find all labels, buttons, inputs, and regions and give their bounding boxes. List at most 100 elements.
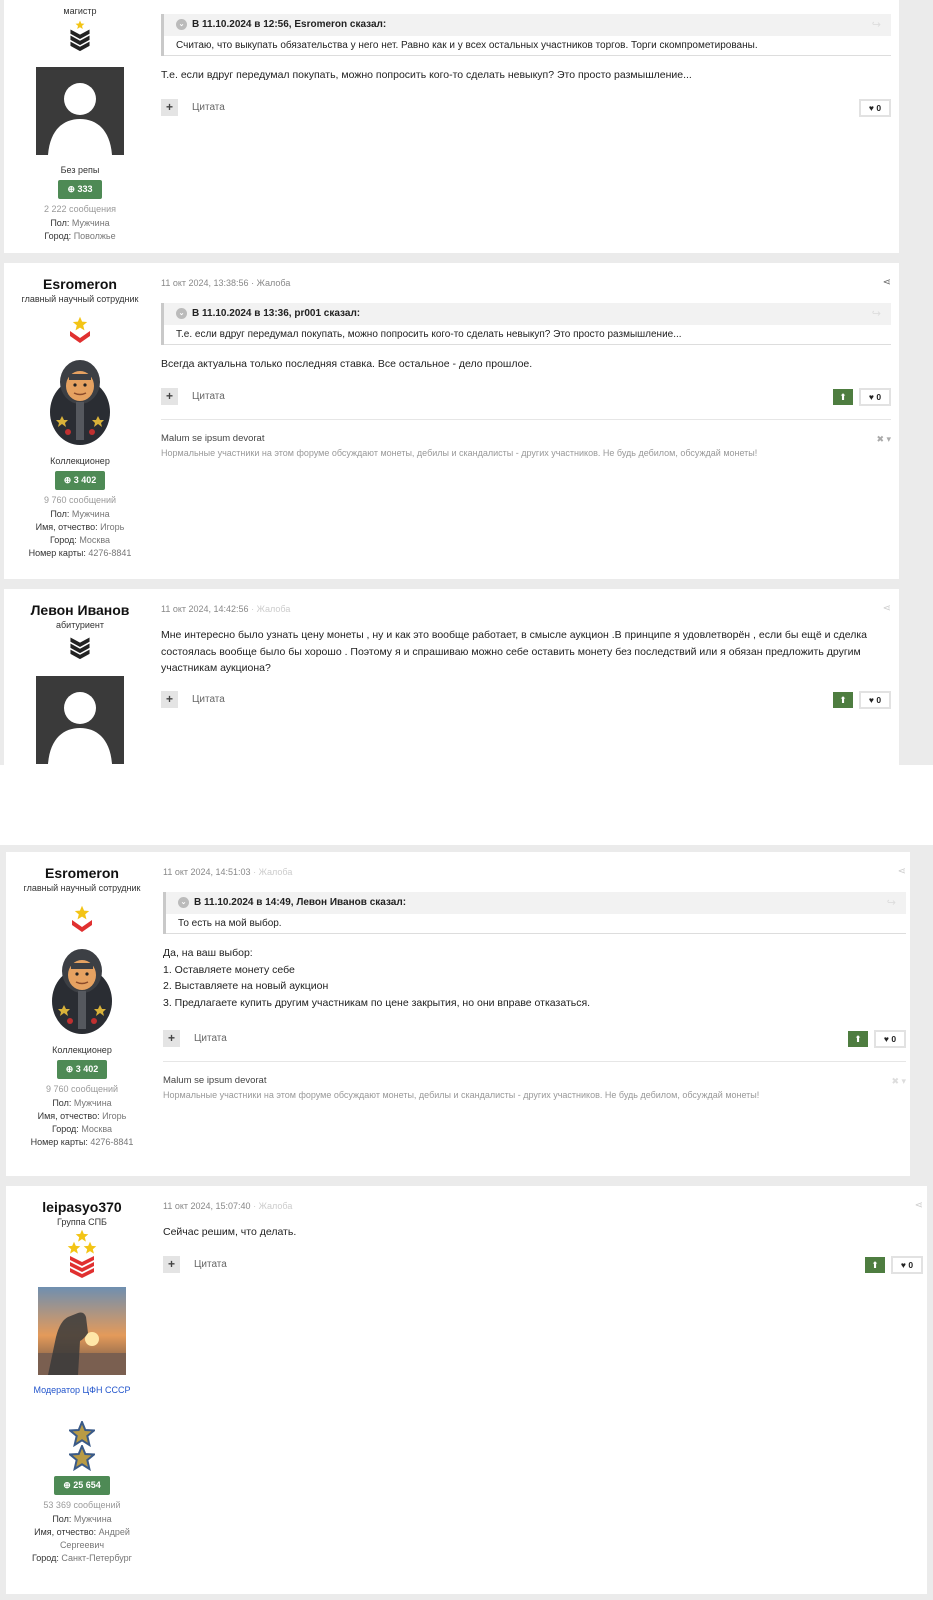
author-title: Группа СПБ [57, 1217, 107, 1227]
post-date[interactable]: 11 окт 2024, 15:07:40 [163, 1201, 251, 1211]
author-name[interactable]: Esromeron [4, 276, 156, 292]
quote-button[interactable]: Цитата [192, 102, 225, 113]
quote-header[interactable]: ⌄ В 11.10.2024 в 13:36, pr001 сказал: ↪ [164, 303, 891, 325]
profile-field: Номер карты: 4276-8841 [28, 548, 132, 558]
author-name[interactable]: Левон Иванов [4, 602, 156, 618]
report-link[interactable]: Жалоба [259, 867, 293, 877]
signature: Malum se ipsum devorat Нормальные участн… [161, 432, 891, 460]
multiquote-button[interactable]: + [161, 388, 178, 405]
post-date[interactable]: 11 окт 2024, 14:51:03 [163, 867, 251, 877]
like-button[interactable]: ♥ 0 [891, 1256, 923, 1274]
share-icon[interactable]: ⋖ [883, 603, 891, 614]
avatar[interactable] [36, 67, 124, 155]
posts-count[interactable]: 9 760 сообщений [4, 495, 156, 505]
signature-title: Malum se ipsum devorat [161, 433, 265, 444]
posts-count[interactable]: 9 760 сообщений [6, 1084, 158, 1094]
avatar[interactable] [36, 358, 124, 446]
collapse-icon[interactable]: ⌄ [178, 896, 189, 908]
heart-icon: ♥ [868, 695, 874, 705]
plus-circle-icon: ⊕ [63, 475, 72, 485]
upvote-button[interactable]: ⬆ [833, 692, 853, 708]
avatar[interactable] [38, 1287, 126, 1375]
profile-field: Город: Поволжье [44, 231, 116, 241]
author-panel: leipasyo370 Группа СПБ Модератор ЦФН ССС… [6, 1186, 158, 1565]
author-title: абитуриент [56, 620, 104, 630]
profile-field: Пол: Мужчина [52, 1098, 112, 1108]
post-date[interactable]: 11 окт 2024, 13:38:56 [161, 278, 249, 288]
report-link[interactable]: Жалоба [257, 278, 291, 288]
forum-post: Левон Иванов абитуриент 11 окт 2024, 14:… [4, 589, 899, 765]
quote-button[interactable]: Цитата [194, 1259, 227, 1270]
post-meta: 11 окт 2024, 15:07:40 · Жалоба [163, 1201, 293, 1211]
profile-field: Пол: Мужчина [50, 218, 110, 228]
report-link[interactable]: Жалоба [257, 604, 291, 614]
multiquote-button[interactable]: + [163, 1256, 180, 1273]
quote-header[interactable]: ⌄ В 11.10.2024 в 12:56, Esromeron сказал:… [164, 14, 891, 36]
posts-count[interactable]: 2 222 сообщения [4, 204, 156, 214]
quote-header[interactable]: ⌄ В 11.10.2024 в 14:49, Левон Иванов сказ… [166, 892, 906, 914]
multiquote-button[interactable]: + [161, 691, 178, 708]
signature-options-icon[interactable]: ✖ ▾ [876, 432, 891, 446]
report-link[interactable]: Жалоба [259, 1201, 293, 1211]
post-text: Мне интересно было узнать цену монеты , … [161, 629, 868, 674]
plus-circle-icon: ⊕ [63, 1480, 71, 1490]
like-button[interactable]: ♥ 0 [874, 1030, 906, 1048]
signature-title: Malum se ipsum devorat [163, 1075, 267, 1086]
rank-icon [67, 634, 93, 660]
quote-block: ⌄ В 11.10.2024 в 12:56, Esromeron сказал:… [161, 14, 891, 56]
quote-button[interactable]: Цитата [192, 391, 225, 402]
rank-icon [70, 20, 90, 52]
quote-button[interactable]: Цитата [192, 694, 225, 705]
goto-quote-icon[interactable]: ↪ [872, 303, 881, 325]
collapse-icon[interactable]: ⌄ [176, 307, 187, 319]
post-text: Всегда актуальна только последняя ставка… [161, 358, 533, 370]
heart-icon: ♥ [900, 1260, 906, 1270]
author-group: Коллекционер [50, 456, 110, 466]
signature-divider [163, 1061, 906, 1062]
author-name[interactable]: Esromeron [6, 865, 158, 881]
post-date[interactable]: 11 окт 2024, 14:42:56 [161, 604, 249, 614]
screenshot-gap [0, 765, 933, 845]
moderator-group-link[interactable]: Модератор ЦФН СССР [6, 1385, 158, 1395]
author-panel: Esromeron главный научный сотрудник Колл… [4, 263, 156, 560]
upvote-button[interactable]: ⬆ [848, 1031, 868, 1047]
author-title: главный научный сотрудник [21, 294, 139, 304]
arrow-up-icon: ⬆ [854, 1034, 862, 1044]
forum-post: Esromeron главный научный сотрудник Колл… [4, 263, 899, 579]
multiquote-button[interactable]: + [163, 1030, 180, 1047]
share-icon[interactable]: ⋖ [915, 1200, 923, 1211]
like-button[interactable]: ♥ 0 [859, 99, 891, 117]
quote-text: Т.е. если вдруг передумал покупать, можн… [164, 325, 891, 345]
upvote-button[interactable]: ⬆ [833, 389, 853, 405]
signature-divider [161, 419, 891, 420]
signature-options-icon[interactable]: ✖ ▾ [891, 1074, 906, 1088]
author-panel: магистр Без репы ⊕ 333 2 222 сообщения П… [4, 0, 156, 243]
profile-field: Имя, отчество: Андрей Сергеевич [34, 1527, 130, 1550]
quote-button[interactable]: Цитата [194, 1033, 227, 1044]
arrow-up-icon: ⬆ [839, 392, 847, 402]
post-text: Сейчас решим, что делать. [163, 1226, 297, 1238]
rank-icon [67, 1229, 97, 1278]
like-button[interactable]: ♥ 0 [859, 691, 891, 709]
quote-text: То есть на мой выбор. [166, 914, 906, 934]
share-icon[interactable]: ⋖ [898, 866, 906, 877]
profile-field: Номер карты: 4276-8841 [30, 1137, 134, 1147]
avatar[interactable] [36, 676, 124, 764]
post-line: 1. Оставляете монету себе [163, 963, 295, 976]
post-actions: + Цитата ♥ 0 [161, 99, 891, 119]
collapse-icon[interactable]: ⌄ [176, 18, 187, 30]
posts-count[interactable]: 53 369 сообщений [6, 1500, 158, 1510]
post-text: Т.е. если вдруг передумал покупать, можн… [161, 69, 692, 81]
signature-text: Нормальные участники на этом форуме обсу… [163, 1090, 760, 1100]
goto-quote-icon[interactable]: ↪ [872, 14, 881, 36]
author-name[interactable]: leipasyo370 [6, 1199, 158, 1215]
share-icon[interactable]: ⋖ [883, 277, 891, 288]
upvote-button[interactable]: ⬆ [865, 1257, 885, 1273]
reputation-badge: ⊕ 3 402 [56, 1060, 108, 1079]
rank-icon [72, 905, 92, 932]
multiquote-button[interactable]: + [161, 99, 178, 116]
goto-quote-icon[interactable]: ↪ [887, 892, 896, 914]
avatar[interactable] [38, 947, 126, 1035]
like-button[interactable]: ♥ 0 [859, 388, 891, 406]
post-meta: 11 окт 2024, 14:51:03 · Жалоба [163, 867, 293, 877]
